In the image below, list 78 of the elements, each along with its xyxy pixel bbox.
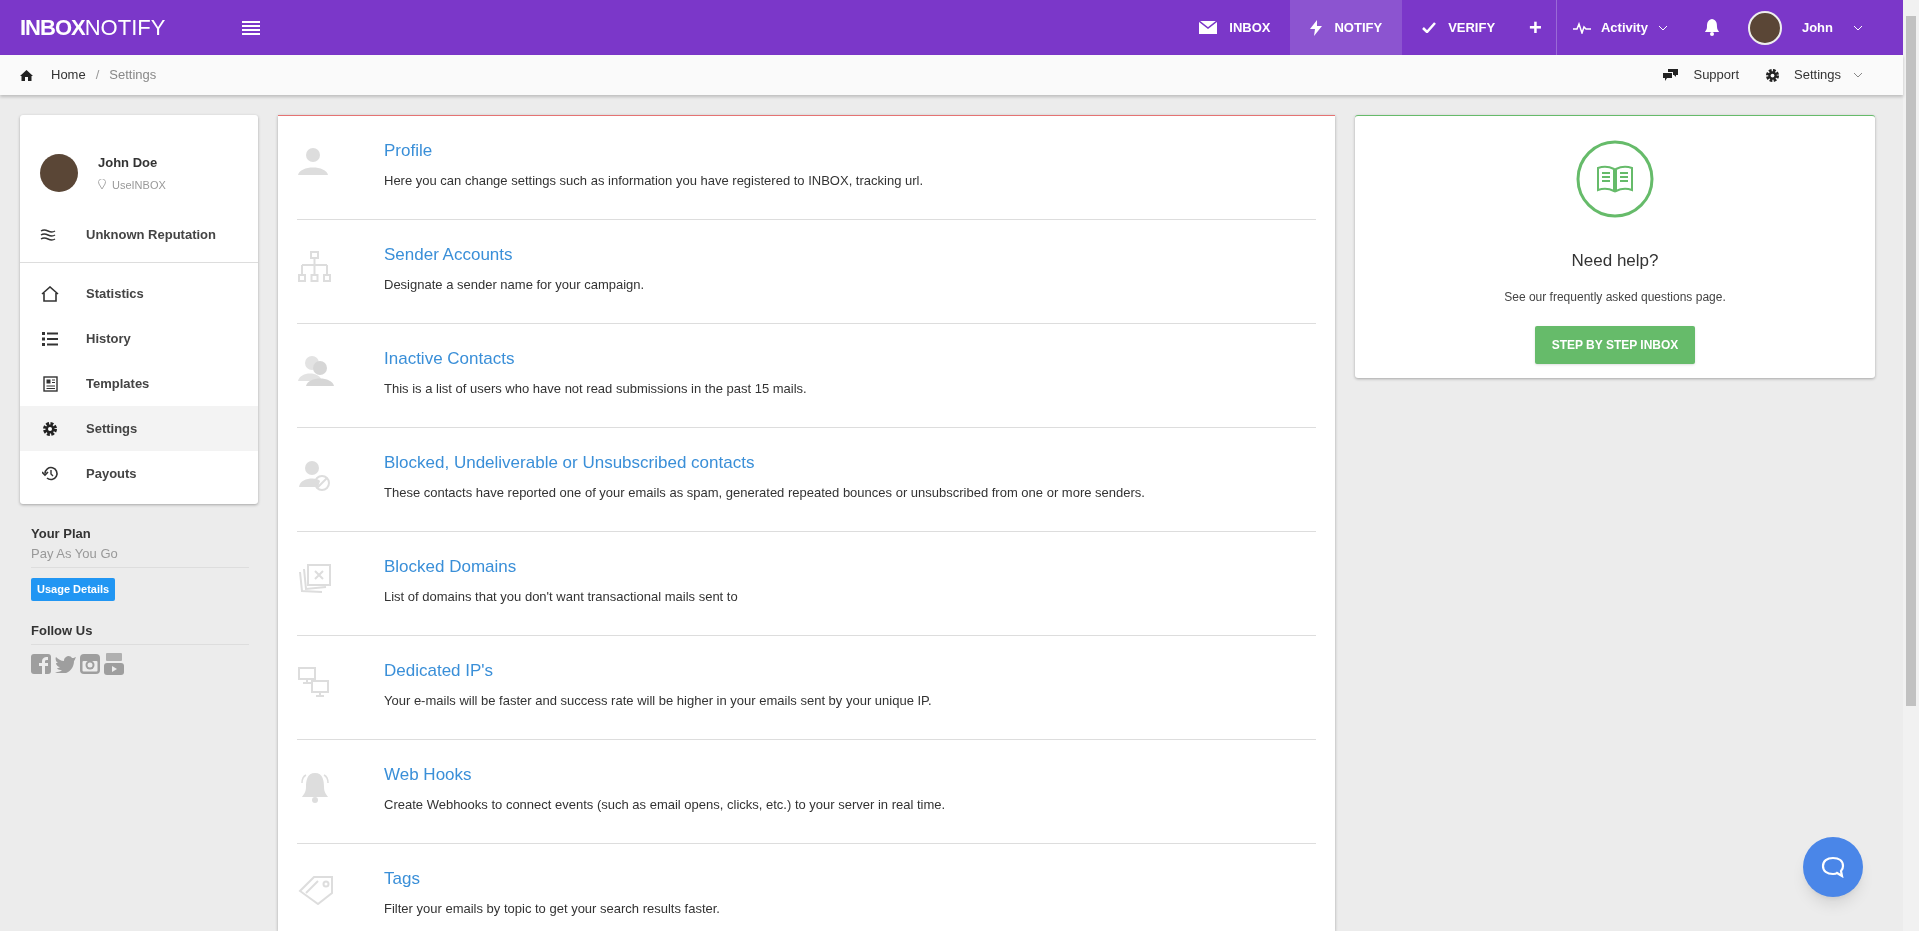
nav-tab[interactable]: NOTIFY: [1290, 0, 1403, 55]
lightning-icon: [1310, 19, 1323, 36]
menu-icon: [242, 20, 260, 35]
tag-icon: [298, 875, 336, 905]
gear-icon: [1765, 67, 1780, 83]
setting-description: These contacts have reported one of your emails as spam, generated repeated bounces or unsubscribed from one or more senders.: [384, 483, 1145, 502]
chevron-down-icon: [1853, 72, 1863, 78]
setting-title-link[interactable]: Web Hooks: [384, 765, 472, 784]
two-people-icon: [298, 355, 336, 387]
setting-title-link[interactable]: Sender Accounts: [384, 245, 513, 264]
add-button[interactable]: +: [1515, 0, 1556, 55]
follow-heading: Follow Us: [31, 620, 249, 645]
avatar: [40, 154, 78, 192]
house-icon: [41, 285, 59, 302]
user-location: UseINBOX: [112, 177, 166, 193]
sidebar-item[interactable]: Settings: [20, 406, 258, 451]
sidebar-item[interactable]: Payouts: [20, 451, 258, 496]
plan-name: Pay As You Go: [31, 543, 249, 568]
gear-icon: [42, 420, 58, 437]
sidebar-item[interactable]: Templates: [20, 361, 258, 406]
bird-icon[interactable]: [55, 655, 76, 673]
bell-icon: [1703, 19, 1720, 36]
history-icon: [41, 466, 59, 481]
scrollbar-thumb[interactable]: [1906, 16, 1916, 706]
setting-title-link[interactable]: Inactive Contacts: [384, 349, 515, 368]
document-icon: [42, 375, 58, 392]
bell-icon: [298, 771, 332, 803]
crossed-cards-icon: [298, 563, 332, 593]
video-logo-icon[interactable]: [104, 653, 124, 675]
setting-title-link[interactable]: Tags: [384, 869, 420, 888]
camera-icon[interactable]: [80, 654, 100, 674]
list-icon: [42, 331, 58, 346]
user-name: John Doe: [98, 154, 159, 172]
setting-description: This is a list of users who have not read submissions in the past 15 mails.: [384, 379, 807, 398]
plan-heading: Your Plan: [31, 525, 92, 543]
activity-menu[interactable]: Activity: [1556, 0, 1684, 55]
app-logo[interactable]: INBOXNOTIFY: [0, 0, 230, 55]
open-book-icon: [1576, 140, 1654, 218]
settings-dropdown[interactable]: Settings: [1794, 65, 1863, 85]
setting-description: Here you can change settings such as information you have registered to INBOX, tracking url.: [384, 171, 924, 190]
check-icon: [1422, 22, 1437, 33]
setting-title-link[interactable]: Blocked, Undeliverable or Unsubscribed contacts: [384, 453, 755, 472]
facebook-icon[interactable]: [31, 654, 51, 674]
setting-description: Filter your emails by topic to get your search results faster.: [384, 899, 720, 918]
breadcrumb-separator: /: [95, 66, 100, 85]
help-title: Need help?: [1571, 250, 1659, 272]
hierarchy-icon: [298, 251, 332, 283]
chevron-down-icon: [1853, 24, 1863, 31]
waves-icon: [40, 228, 56, 241]
setting-description: Your e-mails will be faster and success rate will be higher in your emails sent by your unique IP.: [384, 691, 932, 710]
sidebar-item[interactable]: History: [20, 316, 258, 361]
setting-description: Create Webhooks to connect events (such as email opens, clicks, etc.) to your server in real time.: [384, 795, 946, 814]
chat-button[interactable]: [1803, 837, 1863, 897]
chevron-down-icon: [1657, 24, 1668, 31]
person-blocked-icon: [298, 459, 332, 491]
reputation-label: Unknown Reputation: [86, 225, 216, 244]
avatar: [1747, 10, 1782, 45]
home-icon: [20, 69, 33, 81]
monitors-icon: [298, 667, 330, 697]
user-menu[interactable]: John: [1739, 0, 1903, 55]
support-link[interactable]: Support: [1693, 65, 1739, 85]
chat-bubbles-icon: [1663, 69, 1679, 81]
setting-description: List of domains that you don't want transactional mails sent to: [384, 587, 738, 606]
location-pin-icon: [98, 179, 106, 191]
setting-title-link[interactable]: Dedicated IP's: [384, 661, 494, 680]
nav-tab[interactable]: INBOX: [1179, 0, 1291, 55]
setting-title-link[interactable]: Profile: [384, 141, 433, 160]
help-text: See our frequently asked questions page.: [1504, 288, 1726, 306]
sidebar-item[interactable]: Statistics: [20, 271, 258, 316]
chat-bubble-icon: [1821, 856, 1845, 878]
setting-title-link[interactable]: Blocked Domains: [384, 557, 517, 576]
person-icon: [298, 147, 328, 175]
breadcrumb-link[interactable]: Home: [51, 65, 86, 85]
setting-description: Designate a sender name for your campaign.: [384, 275, 645, 294]
pulse-icon: [1572, 21, 1591, 34]
nav-tab[interactable]: VERIFY: [1402, 0, 1516, 55]
breadcrumb-link[interactable]: Settings: [109, 65, 157, 85]
envelope-icon: [1199, 21, 1218, 34]
